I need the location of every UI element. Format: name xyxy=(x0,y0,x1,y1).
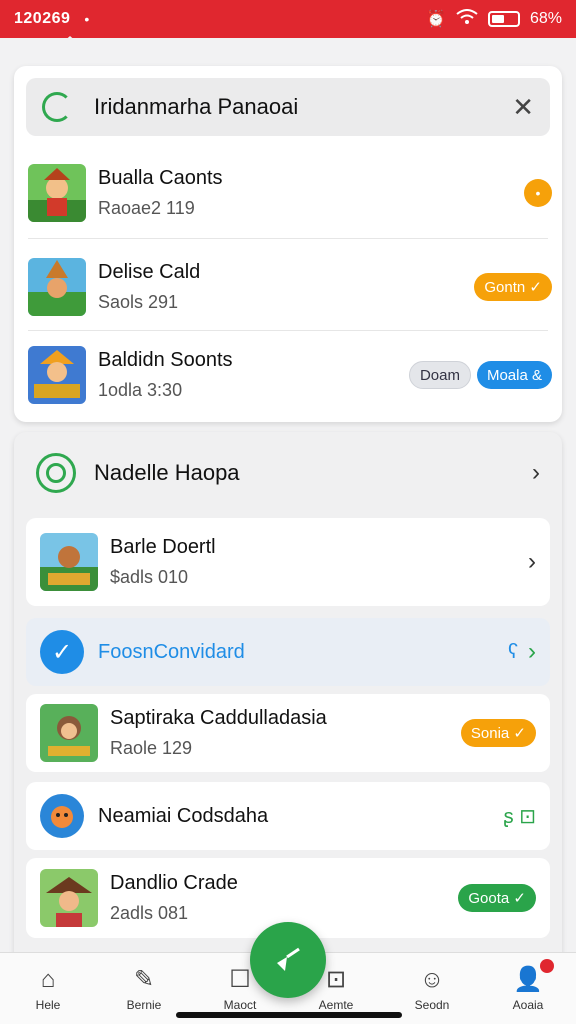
item-title: Bualla Caonts xyxy=(98,167,223,189)
nav-label: Bernie xyxy=(126,998,162,1012)
character-icon xyxy=(40,794,84,838)
list-item[interactable]: Barle Doertl $adls 010 › xyxy=(26,518,550,606)
fab-button[interactable] xyxy=(250,922,326,998)
nav-item-profile[interactable]: 👤 Aoaia xyxy=(480,953,576,1024)
battery-percent: 68% xyxy=(529,10,562,27)
item-subtitle: 1odla 3:30 xyxy=(98,380,183,400)
nav-label: Maoct xyxy=(223,998,257,1012)
item-title: Baldidn Soonts xyxy=(98,349,233,371)
item-subtitle: Saols 291 xyxy=(98,292,179,312)
check-icon: ✓ xyxy=(40,630,84,674)
wifi-icon xyxy=(456,8,478,30)
list-item[interactable]: Saptirakа Caddulladasia Raole 129 Sonia … xyxy=(26,694,550,772)
nav-label: Seodn xyxy=(414,997,450,1012)
status-time: 120269 xyxy=(14,10,71,27)
primary-pill[interactable]: Moala & xyxy=(476,361,552,389)
walk-icon: ☐ xyxy=(229,966,251,993)
item-title: FoosnConvidard xyxy=(98,640,245,663)
game-thumbnail xyxy=(40,869,98,927)
nav-label: Hele xyxy=(35,997,61,1012)
item-title: Delise Cald xyxy=(98,261,201,283)
item-subtitle: $adls 010 xyxy=(110,567,189,587)
list-item[interactable]: Baldidn Soonts 1odla 3:30 Doam Moala & xyxy=(28,342,552,408)
divider xyxy=(28,238,548,239)
notification-badge xyxy=(540,959,554,973)
list-item[interactable]: ✓ FoosnConvidard ʕ › xyxy=(26,618,550,686)
status-icons: ⏰ 68% xyxy=(426,8,562,30)
list-item[interactable]: Delise Cald Saols 291 Gontn ✓ xyxy=(28,254,552,320)
list-item[interactable]: Bualla Caonts Raoae2 119 • xyxy=(28,160,552,226)
alarm-icon: ⏰ xyxy=(426,11,446,28)
game-thumbnail xyxy=(28,346,86,404)
section-card: Nadelle Haopa › Barle Doertl $adls 010 ›… xyxy=(14,432,562,972)
status-pill[interactable]: Sonia ✓ xyxy=(460,719,536,747)
header-notch xyxy=(62,36,78,43)
close-icon[interactable]: ✕ xyxy=(512,92,534,123)
refresh-icon xyxy=(42,92,72,122)
secondary-pill[interactable]: Doam xyxy=(408,361,471,389)
status-dot: • xyxy=(524,179,552,207)
action-icon[interactable]: ʂ ⊡ xyxy=(504,804,536,829)
item-title: Dandlio Crade xyxy=(110,872,238,894)
item-title: Barle Doertl xyxy=(110,536,216,558)
home-indicator xyxy=(176,1012,402,1018)
status-pill[interactable]: Gontn ✓ xyxy=(474,273,552,301)
nav-item-home[interactable]: ⌂ Hele xyxy=(0,953,96,1024)
chat-icon: ⊡ xyxy=(325,966,347,993)
section-header[interactable]: Nadelle Haopa › xyxy=(14,432,562,514)
item-subtitle: Raoae2 119 xyxy=(98,198,195,218)
nav-label: Aoaia xyxy=(512,998,544,1012)
game-thumbnail xyxy=(28,164,86,222)
status-indicator: • xyxy=(84,11,90,27)
game-thumbnail xyxy=(40,533,98,591)
item-title: Saptirakа Caddulladasia xyxy=(110,707,327,729)
battery-icon xyxy=(487,11,520,27)
chevron-right-icon[interactable]: › xyxy=(532,459,540,487)
target-icon xyxy=(36,453,76,493)
section-title: Nadelle Haopa xyxy=(94,460,240,485)
status-bar: 120269 • ⏰ 68% xyxy=(0,0,576,38)
item-title: Neamiai Codsdaha xyxy=(98,804,269,827)
item-subtitle: Raole 129 xyxy=(110,738,193,758)
game-thumbnail xyxy=(28,258,86,316)
item-subtitle: 2adls 081 xyxy=(110,903,189,923)
share-icon[interactable]: ʕ xyxy=(508,641,518,664)
search-text: Iridanmarha Panaoai xyxy=(94,94,299,119)
game-thumbnail xyxy=(40,704,98,762)
nav-label: Aemte xyxy=(318,998,354,1012)
search-bar[interactable]: Iridanmarha Panaoai ✕ xyxy=(26,78,550,136)
profile-icon: 👤 xyxy=(513,966,543,993)
smile-icon: ☺ xyxy=(419,965,445,993)
home-icon: ⌂ xyxy=(40,965,56,993)
status-pill[interactable]: Goota ✓ xyxy=(458,884,536,912)
divider xyxy=(28,330,548,331)
chevron-right-icon[interactable]: › xyxy=(528,638,536,666)
edit-icon: ✎ xyxy=(133,966,155,993)
search-results-card: Iridanmarha Panaoai ✕ Bualla Caonts Raoa… xyxy=(14,66,562,422)
list-item[interactable]: Neamiai Codsdaha ʂ ⊡ xyxy=(26,782,550,850)
chevron-right-icon[interactable]: › xyxy=(528,548,536,576)
